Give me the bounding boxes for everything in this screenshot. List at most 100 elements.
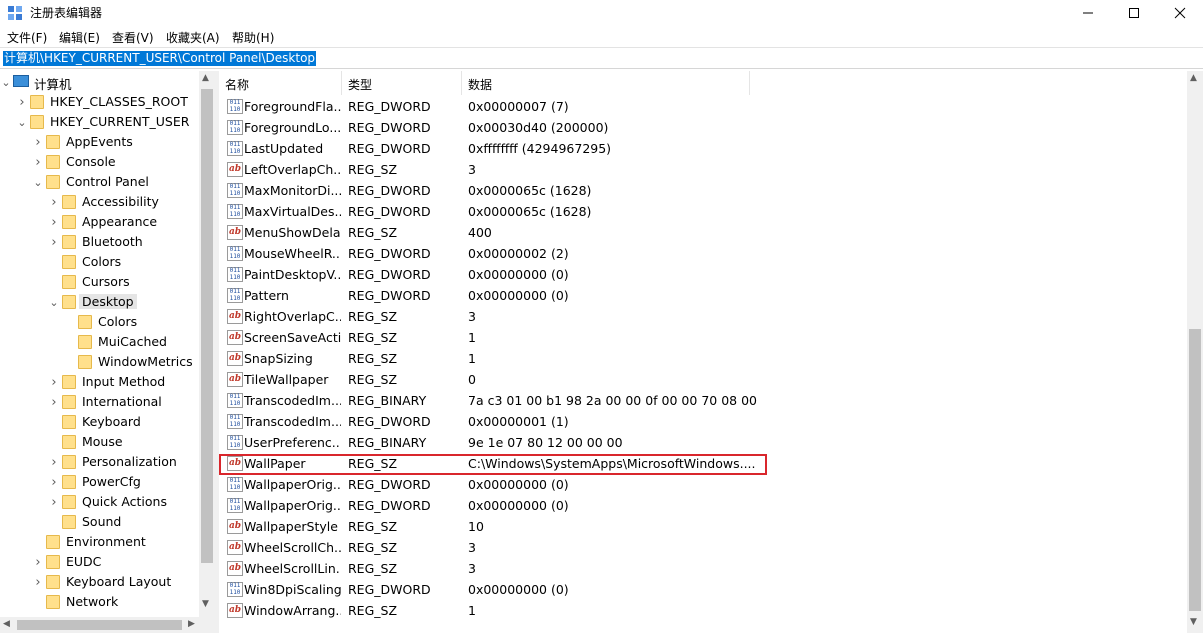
tree-item[interactable]: Cursors bbox=[0, 272, 199, 292]
menu-file[interactable]: 文件(F) bbox=[7, 29, 47, 46]
scroll-right-icon[interactable]: ▶ bbox=[188, 619, 195, 629]
tree-item[interactable]: ⌄ Desktop bbox=[0, 292, 199, 312]
tree-item[interactable]: Keyboard bbox=[0, 412, 199, 432]
maximize-button[interactable] bbox=[1111, 0, 1157, 26]
tree-item[interactable]: WindowMetrics bbox=[0, 352, 199, 372]
value-row[interactable]: 011 110 PaintDesktopV... REG_DWORD 0x000000… bbox=[219, 264, 1179, 285]
value-row[interactable]: ab WheelScrollCh... REG_SZ 3 bbox=[219, 537, 1179, 558]
value-row[interactable]: ab TileWallpaper REG_SZ 0 bbox=[219, 369, 1179, 390]
tree-item[interactable]: MuiCached bbox=[0, 332, 199, 352]
list-scroll-thumb[interactable] bbox=[1189, 329, 1201, 611]
value-row[interactable]: 011 110 TranscodedIm... REG_BINARY 7a c3 01… bbox=[219, 390, 1179, 411]
tree-item[interactable]: Colors bbox=[0, 312, 199, 332]
tree-vertical-scrollbar[interactable]: ▲ ▼ bbox=[199, 71, 215, 633]
value-row[interactable]: 011 110 MouseWheelR... REG_DWORD 0x00000002… bbox=[219, 243, 1179, 264]
tree-horizontal-scrollbar[interactable]: ◀ ▶ bbox=[0, 617, 215, 633]
tree-item[interactable]: › Accessibility bbox=[0, 192, 199, 212]
value-row[interactable]: ab MenuShowDelay REG_SZ 400 bbox=[219, 222, 1179, 243]
scroll-down-icon[interactable]: ▼ bbox=[202, 599, 209, 609]
collapse-arrow-icon[interactable]: ⌄ bbox=[33, 176, 43, 189]
list-vertical-scrollbar[interactable]: ▲ ▼ bbox=[1187, 71, 1203, 633]
value-row[interactable]: 011 110 TranscodedIm... REG_DWORD 0x0000000… bbox=[219, 411, 1179, 432]
menu-help[interactable]: 帮助(H) bbox=[232, 29, 274, 46]
tree-hscroll-thumb[interactable] bbox=[17, 620, 182, 630]
scroll-down-icon[interactable]: ▼ bbox=[1190, 617, 1197, 627]
value-data: 0x00000000 (0) bbox=[468, 498, 569, 513]
tree-item[interactable]: Mouse bbox=[0, 432, 199, 452]
expand-arrow-icon[interactable]: › bbox=[33, 155, 43, 170]
value-data: 0x00000002 (2) bbox=[468, 246, 569, 261]
collapse-arrow-icon[interactable]: ⌄ bbox=[1, 76, 11, 89]
collapse-arrow-icon[interactable]: ⌄ bbox=[17, 116, 27, 129]
menu-view[interactable]: 查看(V) bbox=[112, 29, 154, 46]
tree-item[interactable]: › PowerCfg bbox=[0, 472, 199, 492]
value-row[interactable]: ab WindowArrang... REG_SZ 1 bbox=[219, 600, 1179, 621]
tree-item[interactable]: Network bbox=[0, 592, 199, 612]
value-type: REG_DWORD bbox=[348, 183, 431, 198]
value-row[interactable]: 011 110 LastUpdated REG_DWORD 0xffffffff (4… bbox=[219, 138, 1179, 159]
value-row[interactable]: 011 110 MaxVirtualDes... REG_DWORD 0x000006… bbox=[219, 201, 1179, 222]
value-row[interactable]: abScreenSaveActi... REG_SZ 1 bbox=[219, 327, 1179, 348]
tree-item[interactable]: Environment bbox=[0, 532, 199, 552]
value-data: 1 bbox=[468, 603, 476, 618]
tree-item[interactable]: › HKEY_CLASSES_ROOT bbox=[0, 92, 199, 112]
value-name: WallpaperStyle bbox=[244, 519, 338, 534]
value-row[interactable]: ab RightOverlapC... REG_SZ 3 bbox=[219, 306, 1179, 327]
value-row[interactable]: 011 110 ForegroundLo... REG_DWORD 0x00030d4… bbox=[219, 117, 1179, 138]
expand-arrow-icon[interactable]: › bbox=[17, 95, 27, 110]
column-header-name[interactable]: 名称 bbox=[219, 71, 342, 95]
value-row[interactable]: ab WallpaperStyle REG_SZ 10 bbox=[219, 516, 1179, 537]
collapse-arrow-icon[interactable]: ⌄ bbox=[49, 296, 59, 309]
folder-icon bbox=[62, 415, 76, 429]
scroll-up-icon[interactable]: ▲ bbox=[1190, 73, 1197, 83]
address-bar[interactable]: 计算机\HKEY_CURRENT_USER\Control Panel\Desk… bbox=[0, 47, 1203, 69]
tree-item[interactable]: ⌄ Control Panel bbox=[0, 172, 199, 192]
expand-arrow-icon[interactable]: › bbox=[49, 235, 59, 250]
expand-arrow-icon[interactable]: › bbox=[49, 475, 59, 490]
tree-item[interactable]: › Keyboard Layout bbox=[0, 572, 199, 592]
value-row[interactable]: 011 110 ForegroundFla... REG_DWORD 0x000000… bbox=[219, 96, 1179, 117]
scroll-up-icon[interactable]: ▲ bbox=[202, 73, 209, 83]
column-header-data[interactable]: 数据 bbox=[462, 71, 750, 95]
expand-arrow-icon[interactable]: › bbox=[49, 495, 59, 510]
value-row[interactable]: 011 110 Pattern REG_DWORD 0x00000000 (0) bbox=[219, 285, 1179, 306]
expand-arrow-icon[interactable]: › bbox=[33, 135, 43, 150]
tree-item[interactable]: Colors bbox=[0, 252, 199, 272]
menu-favorites[interactable]: 收藏夹(A) bbox=[166, 29, 220, 46]
tree-item[interactable]: › Bluetooth bbox=[0, 232, 199, 252]
value-row[interactable]: ab LeftOverlapCh... REG_SZ 3 bbox=[219, 159, 1179, 180]
tree-item[interactable]: › Input Method bbox=[0, 372, 199, 392]
tree-item[interactable]: › AppEvents bbox=[0, 132, 199, 152]
column-header-type[interactable]: 类型 bbox=[342, 71, 462, 95]
value-row[interactable]: 011 110 Win8DpiScaling REG_DWORD 0x00000000… bbox=[219, 579, 1179, 600]
tree-item[interactable]: › EUDC bbox=[0, 552, 199, 572]
tree-item[interactable]: › Personalization bbox=[0, 452, 199, 472]
tree-item[interactable]: › International bbox=[0, 392, 199, 412]
expand-arrow-icon[interactable]: › bbox=[49, 395, 59, 410]
expand-arrow-icon[interactable]: › bbox=[49, 375, 59, 390]
expand-arrow-icon[interactable]: › bbox=[49, 455, 59, 470]
close-button[interactable] bbox=[1157, 0, 1203, 26]
value-row[interactable]: 011 110 WallpaperOrig... REG_DWORD 0x000000… bbox=[219, 474, 1179, 495]
value-row[interactable]: ab SnapSizing REG_SZ 1 bbox=[219, 348, 1179, 369]
tree-item[interactable]: › Quick Actions bbox=[0, 492, 199, 512]
tree-item[interactable]: ⌄ HKEY_CURRENT_USER bbox=[0, 112, 199, 132]
expand-arrow-icon[interactable]: › bbox=[33, 575, 43, 590]
value-row[interactable]: ab WheelScrollLin... REG_SZ 3 bbox=[219, 558, 1179, 579]
scroll-left-icon[interactable]: ◀ bbox=[3, 619, 10, 629]
tree-item[interactable]: ⌄ 计算机 bbox=[0, 72, 199, 92]
value-row[interactable]: 011 110 UserPreferenc... REG_BINARY 9e 1e 0… bbox=[219, 432, 1179, 453]
tree-item[interactable]: › Console bbox=[0, 152, 199, 172]
minimize-button[interactable] bbox=[1065, 0, 1111, 26]
address-path[interactable]: 计算机\HKEY_CURRENT_USER\Control Panel\Desk… bbox=[3, 51, 317, 66]
value-row[interactable]: 011 110 MaxMonitorDi... REG_DWORD 0x0000065… bbox=[219, 180, 1179, 201]
expand-arrow-icon[interactable]: › bbox=[33, 555, 43, 570]
tree-item[interactable]: Sound bbox=[0, 512, 199, 532]
expand-arrow-icon[interactable]: › bbox=[49, 215, 59, 230]
tree-scroll-thumb[interactable] bbox=[201, 89, 213, 563]
string-value-icon: ab bbox=[227, 540, 243, 555]
tree-item[interactable]: › Appearance bbox=[0, 212, 199, 232]
value-row[interactable]: 011 110 WallpaperOrig... REG_DWORD 0x000000… bbox=[219, 495, 1179, 516]
expand-arrow-icon[interactable]: › bbox=[49, 195, 59, 210]
menu-edit[interactable]: 编辑(E) bbox=[59, 29, 100, 46]
